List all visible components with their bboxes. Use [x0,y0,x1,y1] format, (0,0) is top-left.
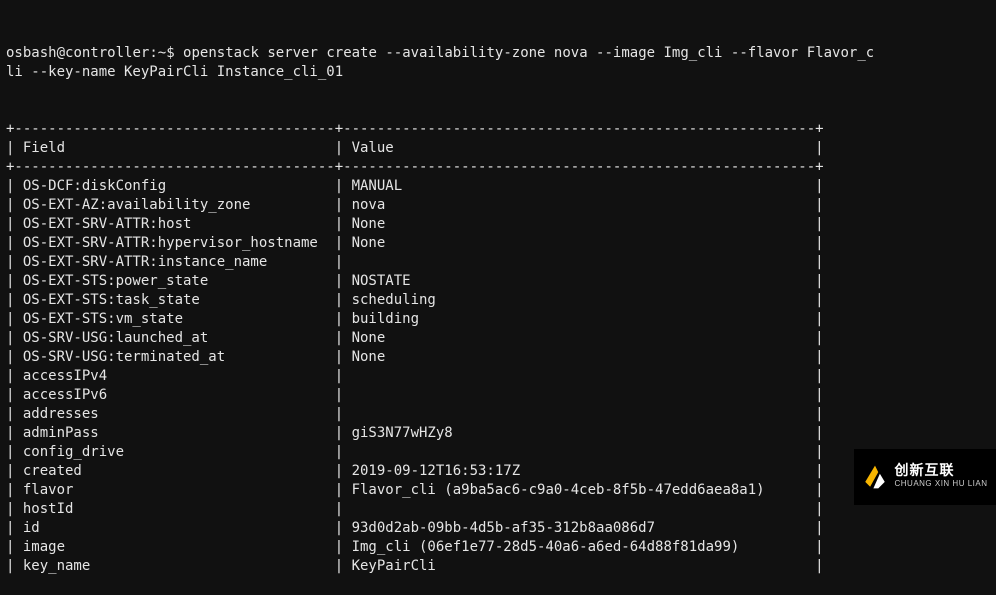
table-row: | adminPass | giS3N77wHZy8 | [6,424,996,443]
table-border: +--------------------------------------+… [6,120,996,139]
table-row: | config_drive | | [6,443,996,462]
table-row: | id | 93d0d2ab-09bb-4d5b-af35-312b8aa08… [6,519,996,538]
watermark-logo-icon [862,464,888,490]
table-row: | image | Img_cli (06ef1e77-28d5-40a6-a6… [6,538,996,557]
table-row: | accessIPv6 | | [6,386,996,405]
ascii-table: +--------------------------------------+… [6,120,996,576]
table-row: | accessIPv4 | | [6,367,996,386]
watermark-text-en: CHUANG XIN HU LIAN [894,477,987,490]
table-border: +--------------------------------------+… [6,158,996,177]
prompt-host: controller [65,45,149,61]
watermark-badge: 创新互联 CHUANG XIN HU LIAN [854,449,996,505]
watermark-text-cn: 创新互联 [894,464,987,477]
prompt-colon: : [149,45,157,61]
table-row: | OS-EXT-SRV-ATTR:instance_name | | [6,253,996,272]
table-row: | OS-EXT-SRV-ATTR:host | None | [6,215,996,234]
table-row: | OS-EXT-AZ:availability_zone | nova | [6,196,996,215]
table-row: | OS-EXT-STS:task_state | scheduling | [6,291,996,310]
table-row: | hostId | | [6,500,996,519]
table-row: | OS-DCF:diskConfig | MANUAL | [6,177,996,196]
table-row: | addresses | | [6,405,996,424]
terminal-output: osbash@controller:~$ openstack server cr… [0,0,996,595]
prompt-user: osbash [6,45,57,61]
shell-prompt-line: osbash@controller:~$ openstack server cr… [6,44,996,82]
table-row: | created | 2019-09-12T16:53:17Z | [6,462,996,481]
prompt-dollar: $ [166,45,183,61]
prompt-at: @ [57,45,65,61]
table-row: | OS-EXT-SRV-ATTR:hypervisor_hostname | … [6,234,996,253]
table-row: | OS-SRV-USG:launched_at | None | [6,329,996,348]
table-row: | OS-EXT-STS:power_state | NOSTATE | [6,272,996,291]
table-row: | key_name | KeyPairCli | [6,557,996,576]
table-row: | OS-SRV-USG:terminated_at | None | [6,348,996,367]
table-row: | OS-EXT-STS:vm_state | building | [6,310,996,329]
table-header: | Field | Value | [6,139,996,158]
prompt-path: ~ [158,45,166,61]
table-row: | flavor | Flavor_cli (a9ba5ac6-c9a0-4ce… [6,481,996,500]
